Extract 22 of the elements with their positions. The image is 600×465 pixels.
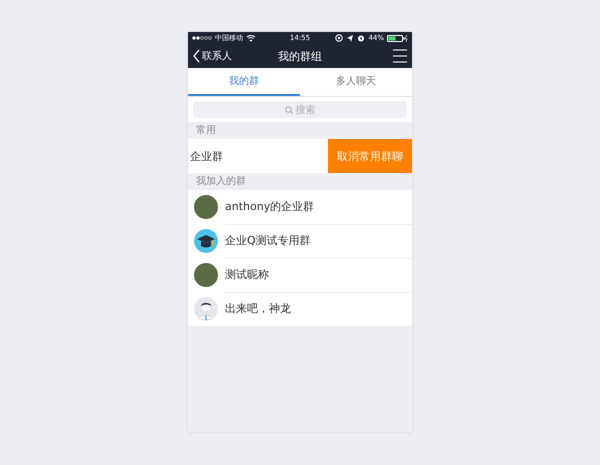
group-name[interactable]: 出来吧，神龙: [225, 301, 291, 316]
group-name[interactable]: 企业Q测试专用群: [225, 233, 311, 248]
search-icon: [284, 106, 292, 114]
battery-icon: [387, 34, 408, 42]
menu-icon[interactable]: [393, 49, 407, 63]
graduation-cap-avatar-icon: [194, 229, 218, 253]
photo-placeholder: [194, 263, 218, 287]
signal-icon: [192, 35, 212, 41]
person-avatar-icon: [194, 297, 218, 321]
section-header: 常用: [195, 124, 217, 138]
group-name[interactable]: anthony的企业群: [225, 199, 314, 214]
section-header: 我加入的群: [195, 174, 247, 189]
back-chevron-icon: [193, 49, 200, 63]
nav-title: 我的群组: [277, 48, 323, 64]
location-icon: [346, 34, 354, 42]
photo-placeholder: [194, 195, 218, 219]
back-button[interactable]: 联系人: [193, 49, 253, 63]
group-name[interactable]: 测试昵称: [225, 267, 269, 282]
lock-rotation-icon: [335, 34, 344, 42]
wifi-icon: [246, 34, 256, 42]
tab[interactable]: 多人聊天: [300, 68, 412, 96]
group-name[interactable]: 企业群: [188, 148, 328, 164]
